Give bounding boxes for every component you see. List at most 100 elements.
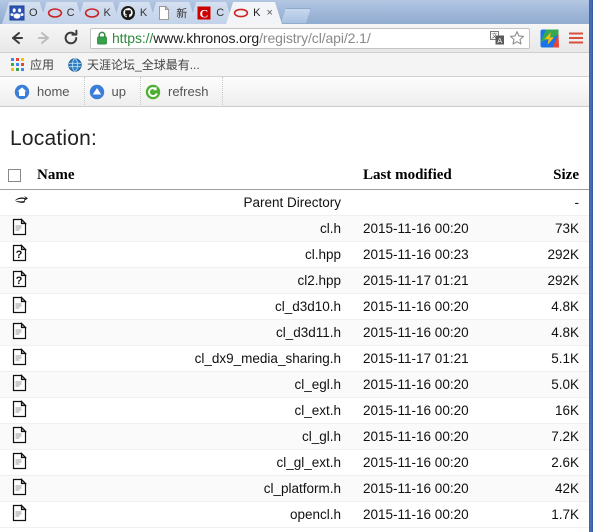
browser-tab-1[interactable]: O bbox=[2, 2, 47, 24]
red-c-icon: C bbox=[196, 5, 212, 21]
text-file-icon bbox=[0, 475, 30, 502]
page-toolbar-label: home bbox=[37, 84, 70, 99]
table-row[interactable]: ? cl2.hpp 2015-11-17 01:21 292K bbox=[0, 267, 589, 294]
table-row[interactable]: opencl.h 2015-11-16 00:20 1.7K bbox=[0, 501, 589, 528]
page-up-button[interactable]: up bbox=[85, 77, 141, 107]
file-size-cell: 292K bbox=[519, 267, 589, 294]
file-name-cell[interactable]: cl_platform.h bbox=[30, 475, 359, 502]
apps-grid-icon bbox=[11, 57, 24, 71]
home-icon bbox=[14, 84, 30, 99]
file-name-cell[interactable]: cl_egl.h bbox=[30, 371, 359, 398]
table-row[interactable]: cl_gl_ext.h 2015-11-16 00:20 2.6K bbox=[0, 449, 589, 476]
unknown-file-icon: ? bbox=[0, 267, 30, 294]
file-name-cell[interactable]: cl_gl_ext.h bbox=[30, 449, 359, 476]
browser-tab-6[interactable]: C C bbox=[189, 2, 233, 24]
browser-tab-5[interactable]: 新 bbox=[149, 2, 196, 24]
text-file-icon bbox=[0, 293, 30, 320]
navigation-toolbar: https://www.khronos.org/registry/cl/api/… bbox=[0, 24, 593, 53]
khronos-oval-icon bbox=[233, 5, 249, 21]
bookmark-tianya[interactable]: 天涯论坛_全球最有... bbox=[64, 54, 204, 75]
file-size-cell: - bbox=[519, 189, 589, 216]
table-row[interactable]: cl_d3d11.h 2015-11-16 00:20 4.8K bbox=[0, 319, 589, 346]
table-row[interactable]: cl_dx9_media_sharing.h 2015-11-17 01:21 5.… bbox=[0, 345, 589, 372]
column-header-size[interactable]: Size bbox=[519, 165, 589, 190]
url-scheme: https:// bbox=[112, 30, 154, 46]
file-modified-cell: 2015-11-16 00:20 bbox=[359, 397, 519, 424]
page-refresh-button[interactable]: refresh bbox=[141, 77, 224, 107]
table-row[interactable]: cl_d3d10.h 2015-11-16 00:20 4.8K bbox=[0, 293, 589, 320]
tab-label: K bbox=[139, 7, 148, 19]
browser-tab-7-active[interactable]: K × bbox=[226, 2, 282, 24]
file-modified-cell: 2015-11-17 01:21 bbox=[359, 345, 519, 372]
file-modified-cell: 2015-11-16 00:20 bbox=[359, 501, 519, 528]
tab-label: C bbox=[216, 7, 225, 19]
opera-oval-icon bbox=[84, 5, 100, 21]
baidu-paw-icon bbox=[9, 5, 25, 21]
file-name-cell[interactable]: cl_d3d10.h bbox=[30, 293, 359, 320]
select-all-column bbox=[0, 165, 30, 190]
file-name-cell[interactable]: cl_ext.h bbox=[30, 397, 359, 424]
bookmark-apps[interactable]: 应用 bbox=[7, 54, 58, 75]
table-row[interactable]: Parent Directory - bbox=[0, 189, 589, 216]
file-name-cell[interactable]: opencl.h bbox=[30, 501, 359, 528]
page-home-button[interactable]: home bbox=[8, 77, 85, 107]
browser-tab-3[interactable]: K bbox=[77, 2, 120, 24]
browser-tab-4[interactable]: K bbox=[113, 2, 156, 24]
document-icon bbox=[156, 5, 172, 21]
url-text[interactable]: https://www.khronos.org/registry/cl/api/… bbox=[112, 30, 486, 46]
up-arrow-icon bbox=[89, 84, 104, 99]
refresh-icon bbox=[145, 84, 161, 99]
url-path: /registry/cl/api/2.1/ bbox=[259, 30, 371, 46]
file-name-cell[interactable]: cl_dx9_media_sharing.h bbox=[30, 345, 359, 372]
file-size-cell: 2.6K bbox=[519, 449, 589, 476]
window-border-right bbox=[589, 0, 593, 532]
file-size-cell: 4.8K bbox=[519, 319, 589, 346]
file-name-cell[interactable]: cl_d3d11.h bbox=[30, 319, 359, 346]
column-header-name[interactable]: Name bbox=[30, 165, 359, 190]
file-modified-cell: 2015-11-16 00:20 bbox=[359, 215, 519, 242]
reload-button[interactable] bbox=[60, 27, 82, 49]
browser-tab-2[interactable]: C bbox=[40, 2, 84, 24]
extension-button[interactable] bbox=[538, 27, 560, 49]
page-toolbar-label: up bbox=[111, 84, 126, 99]
tab-label: K bbox=[103, 7, 111, 19]
table-row[interactable]: cl_platform.h 2015-11-16 00:20 42K bbox=[0, 475, 589, 502]
svg-text:?: ? bbox=[16, 249, 23, 261]
file-name-cell[interactable]: Parent Directory bbox=[30, 189, 359, 216]
address-bar[interactable]: https://www.khronos.org/registry/cl/api/… bbox=[90, 27, 530, 49]
table-row[interactable]: cl_gl.h 2015-11-16 00:20 7.2K bbox=[0, 423, 589, 450]
table-row[interactable]: ? cl.hpp 2015-11-16 00:23 292K bbox=[0, 241, 589, 268]
column-header-last-modified[interactable]: Last modified bbox=[359, 165, 519, 190]
file-modified-cell: 2015-11-16 00:20 bbox=[359, 319, 519, 346]
url-host: www.khronos.org bbox=[153, 30, 260, 46]
extension-icon bbox=[540, 29, 559, 47]
table-row[interactable]: cl.h 2015-11-16 00:20 73K bbox=[0, 215, 589, 242]
new-tab-button[interactable] bbox=[281, 8, 311, 23]
file-size-cell: 5.0K bbox=[519, 371, 589, 398]
file-name-cell[interactable]: cl.h bbox=[30, 215, 359, 242]
tab-label: 新 bbox=[176, 8, 188, 20]
file-size-cell: 16K bbox=[519, 397, 589, 424]
hamburger-menu-icon bbox=[569, 32, 583, 44]
directory-table-body: Parent Directory - cl.h 2015-11-16 00:20 73K… bbox=[0, 189, 589, 528]
text-file-icon bbox=[0, 319, 30, 346]
back-button[interactable] bbox=[6, 27, 28, 49]
bookmark-star-icon[interactable] bbox=[509, 30, 525, 46]
file-name-cell[interactable]: cl2.hpp bbox=[30, 267, 359, 294]
file-name-cell[interactable]: cl_gl.h bbox=[30, 423, 359, 450]
file-size-cell: 292K bbox=[519, 241, 589, 268]
browser-menu-button[interactable] bbox=[565, 27, 587, 49]
file-name-cell[interactable]: cl.hpp bbox=[30, 241, 359, 268]
translate-icon[interactable]: 文 A bbox=[490, 31, 505, 45]
text-file-icon bbox=[0, 371, 30, 398]
table-header-row: Name Last modified Size bbox=[0, 165, 589, 190]
select-all-checkbox[interactable] bbox=[8, 169, 21, 183]
table-row[interactable]: cl_egl.h 2015-11-16 00:20 5.0K bbox=[0, 371, 589, 398]
text-file-icon bbox=[0, 215, 30, 242]
forward-button[interactable] bbox=[33, 27, 55, 49]
table-row[interactable]: cl_ext.h 2015-11-16 00:20 16K bbox=[0, 397, 589, 424]
svg-text:?: ? bbox=[16, 275, 23, 287]
file-modified-cell: 2015-11-16 00:20 bbox=[359, 423, 519, 450]
close-icon[interactable]: × bbox=[267, 8, 273, 19]
file-modified-cell: 2015-11-16 00:23 bbox=[359, 241, 519, 268]
